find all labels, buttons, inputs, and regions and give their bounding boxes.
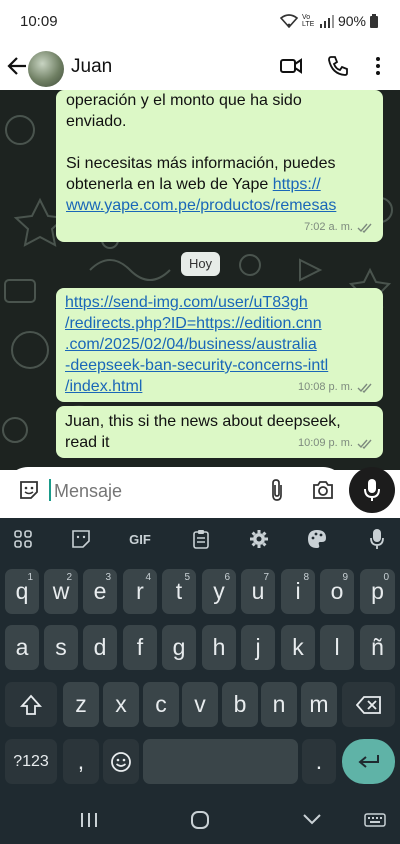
key-a[interactable]: a [5, 625, 39, 670]
more-options-icon[interactable] [373, 55, 383, 77]
text-cursor [49, 479, 51, 501]
keyboard-mic-icon[interactable] [366, 528, 388, 550]
message-composer[interactable] [5, 467, 346, 513]
status-icons: Vo LTE 90% [279, 13, 378, 29]
key-g[interactable]: g [162, 625, 196, 670]
message-meta: 10:09 p. m. [298, 433, 373, 454]
enter-icon [357, 754, 379, 768]
battery-icon [370, 14, 378, 28]
attach-icon[interactable] [270, 478, 284, 502]
read-checks-icon [357, 223, 372, 233]
message-input[interactable] [52, 475, 256, 507]
status-time: 10:09 [20, 13, 58, 30]
clipboard-icon[interactable] [190, 528, 212, 550]
signal-icon [319, 14, 334, 28]
emoji-key[interactable] [103, 739, 139, 784]
key-j[interactable]: j [241, 625, 275, 670]
key-f[interactable]: f [123, 625, 157, 670]
key-t[interactable]: t5 [162, 569, 196, 614]
key-b[interactable]: b [222, 682, 258, 727]
key-k[interactable]: k [281, 625, 315, 670]
wifi-icon [279, 14, 298, 28]
key-s[interactable]: s [44, 625, 78, 670]
key-c[interactable]: c [143, 682, 179, 727]
video-call-icon[interactable] [280, 55, 302, 77]
key-d[interactable]: d [83, 625, 117, 670]
chat-header: Juan [0, 45, 400, 90]
microphone-icon [364, 479, 380, 501]
message-bubble-incoming[interactable]: operación y el monto que ha sido enviado… [56, 90, 383, 242]
key-r[interactable]: r4 [123, 569, 157, 614]
key-n-tilde[interactable]: ñ [360, 625, 395, 670]
message-time: 7:02 a. m. [304, 221, 353, 233]
battery-percent: 90% [337, 13, 366, 29]
key-o[interactable]: o9 [320, 569, 354, 614]
shift-arrow-icon [20, 694, 42, 715]
keyboard-switch-icon[interactable] [364, 813, 386, 827]
key-y[interactable]: y6 [202, 569, 236, 614]
key-h[interactable]: h [202, 625, 236, 670]
avatar[interactable] [28, 51, 64, 87]
day-separator: Hoy [181, 252, 220, 276]
chat-area[interactable]: operación y el monto que ha sido enviado… [0, 90, 400, 470]
backspace-icon [355, 695, 381, 714]
key-x[interactable]: x [103, 682, 139, 727]
voice-message-button[interactable] [349, 467, 395, 513]
message-time: 10:09 p. m. [297, 437, 353, 449]
status-bar: 10:09 Vo LTE 90% [0, 0, 400, 45]
key-l[interactable]: l [320, 625, 354, 670]
key-n[interactable]: n [261, 682, 297, 727]
message-meta: 7:02 a. m. [304, 217, 373, 238]
home-icon[interactable] [190, 810, 210, 830]
sticker-icon[interactable] [18, 479, 40, 501]
key-e[interactable]: e3 [83, 569, 117, 614]
emoji-icon [111, 751, 131, 772]
message-text: operación y el monto que ha sido enviado… [66, 92, 337, 214]
system-nav-bar [0, 796, 400, 844]
symbols-key[interactable]: ?123 [5, 739, 57, 784]
key-u[interactable]: u7 [241, 569, 275, 614]
message-bubble-link[interactable]: https://send-img.com/user/uT83gh /redire… [56, 288, 383, 402]
back-arrow-icon[interactable] [6, 54, 28, 78]
gif-button[interactable]: GIF [125, 528, 155, 550]
theme-palette-icon[interactable] [306, 528, 328, 550]
settings-gear-icon[interactable] [248, 528, 270, 550]
backspace-key[interactable] [342, 682, 395, 727]
period-key[interactable]: . [302, 739, 336, 784]
emoji-sticker-icon[interactable] [70, 528, 92, 550]
phone-call-icon[interactable] [327, 55, 349, 77]
recent-apps-icon[interactable] [80, 812, 98, 828]
shift-key[interactable] [5, 682, 57, 727]
enter-key[interactable] [342, 739, 395, 784]
key-m[interactable]: m [301, 682, 337, 727]
contact-name[interactable]: Juan [71, 56, 112, 78]
read-checks-icon [357, 439, 372, 449]
news-link[interactable]: https://send-img.com/user/uT83gh /redire… [65, 294, 328, 395]
key-q[interactable]: q1 [5, 569, 39, 614]
keyboard-apps-icon[interactable] [12, 528, 34, 550]
space-key[interactable] [143, 739, 298, 784]
key-i[interactable]: i8 [281, 569, 315, 614]
key-v[interactable]: v [182, 682, 218, 727]
back-nav-icon[interactable] [303, 813, 321, 825]
key-w[interactable]: w2 [44, 569, 78, 614]
message-meta: 10:08 p. m. [298, 377, 373, 398]
camera-icon[interactable] [312, 480, 334, 500]
network-type: Vo LTE [301, 14, 315, 28]
key-p[interactable]: p0 [360, 569, 395, 614]
key-z[interactable]: z [63, 682, 99, 727]
message-time: 10:08 p. m. [297, 381, 353, 393]
read-checks-icon [357, 383, 372, 393]
message-bubble-text[interactable]: Juan, this si the news about deepseek, r… [56, 406, 383, 458]
comma-key[interactable]: , [63, 739, 99, 784]
